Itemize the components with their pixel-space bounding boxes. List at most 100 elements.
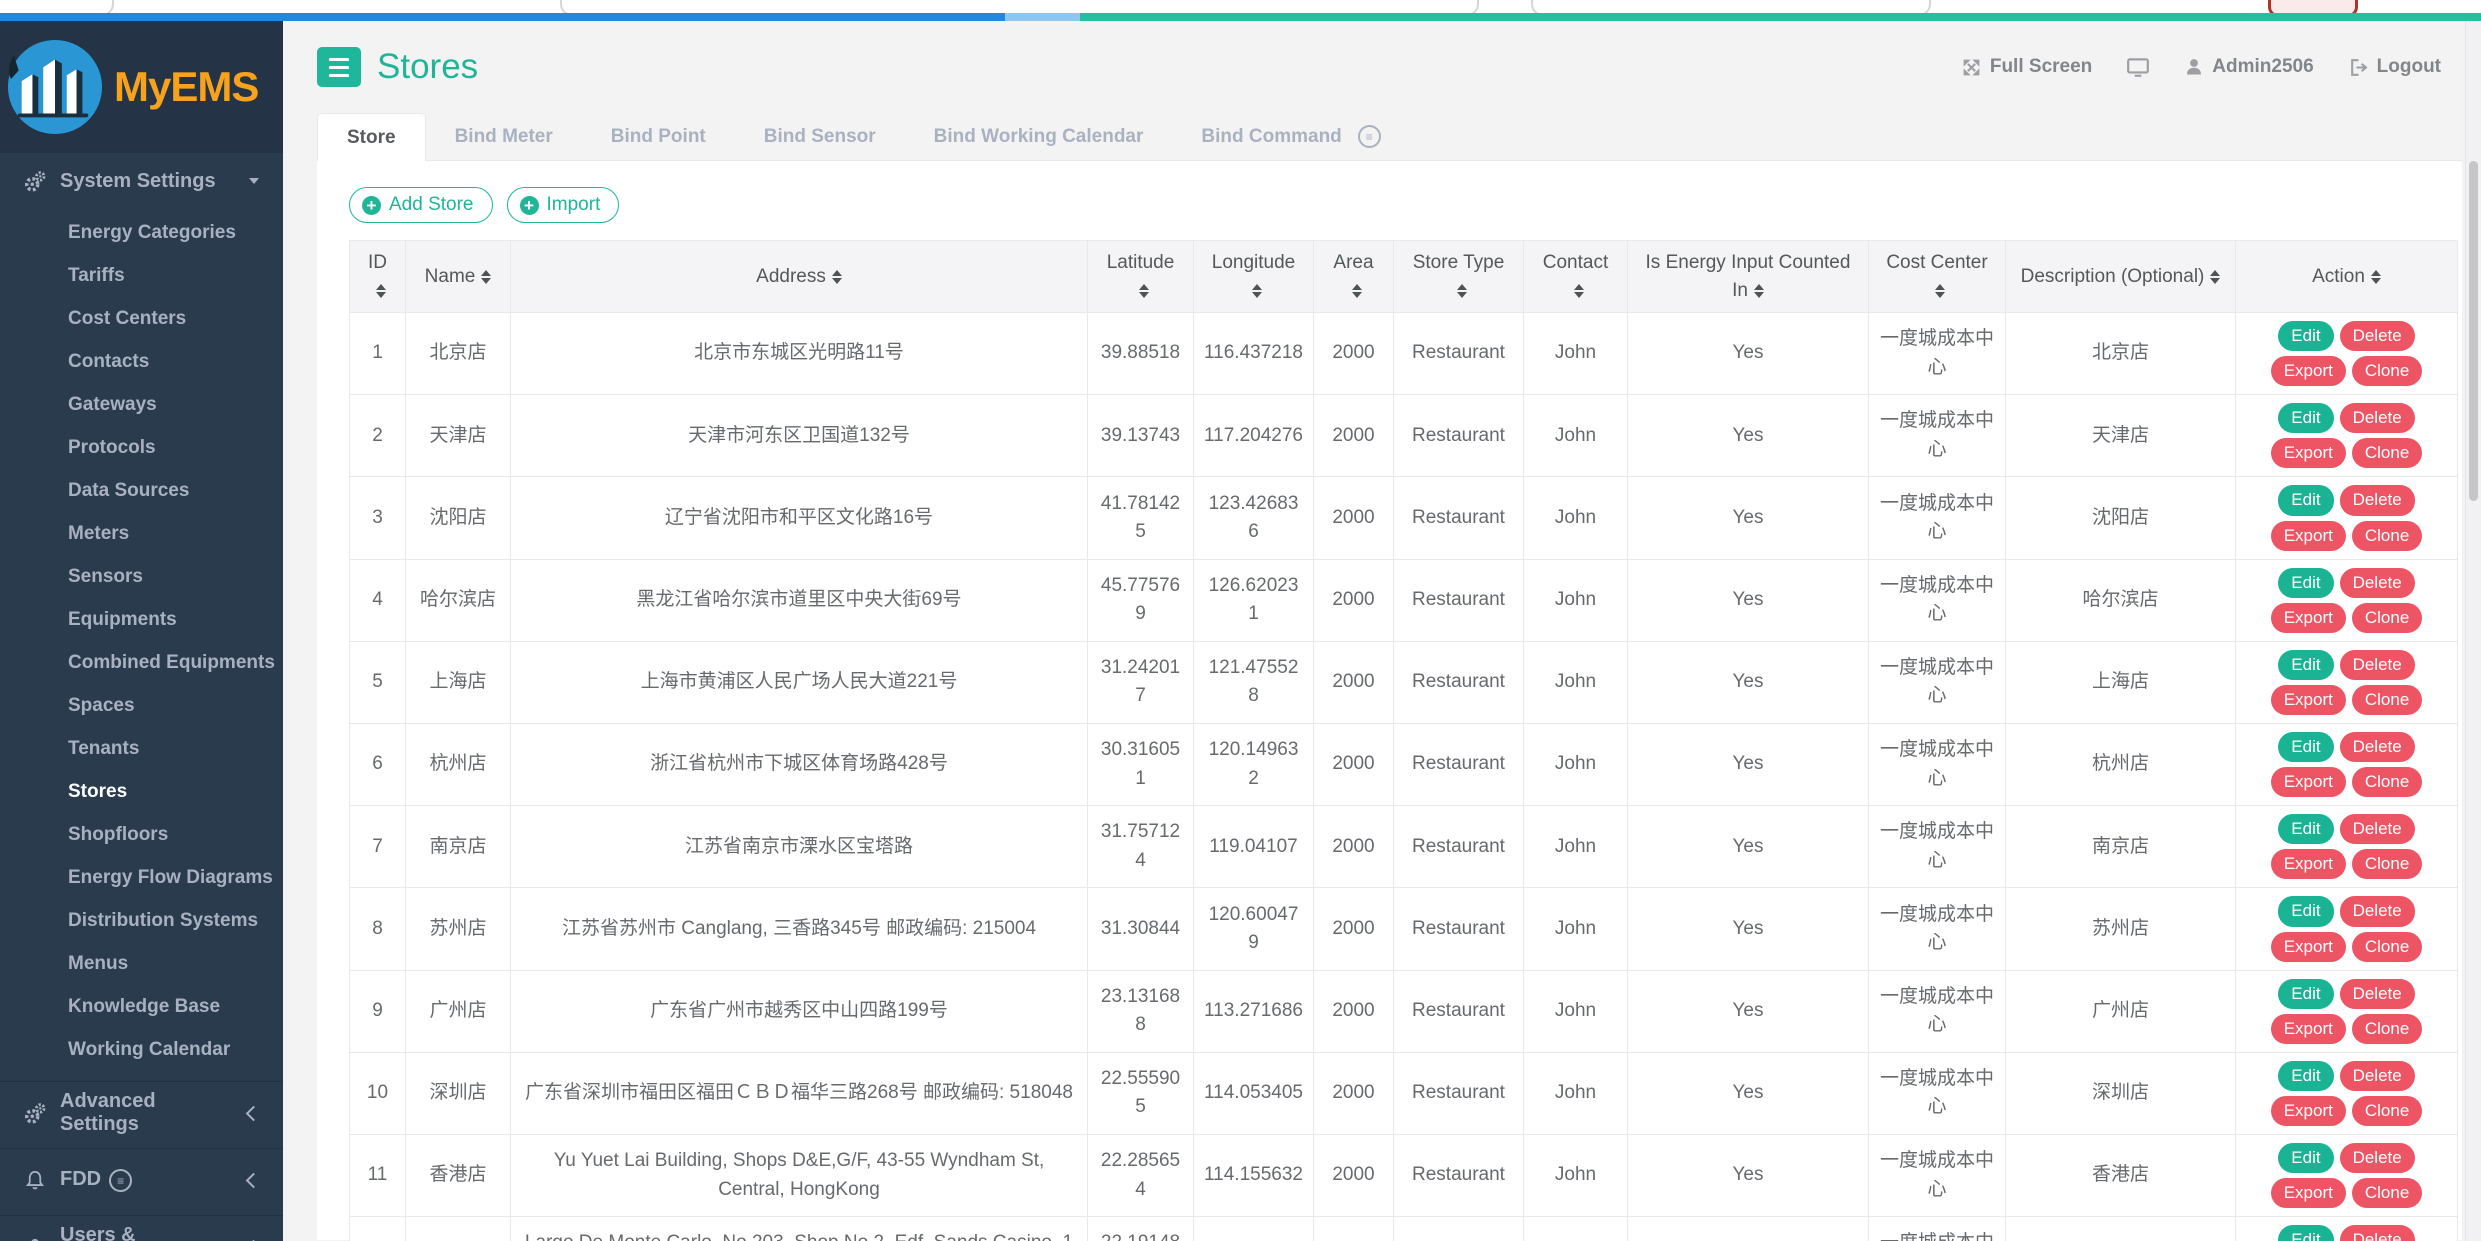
delete-button[interactable]: Delete — [2340, 1061, 2415, 1091]
sidebar-item-sensors[interactable]: Sensors — [0, 555, 283, 598]
edit-button[interactable]: Edit — [2278, 321, 2333, 351]
export-button[interactable]: Export — [2271, 767, 2346, 797]
delete-button[interactable]: Delete — [2340, 321, 2415, 351]
fullscreen-button[interactable]: Full Screen — [1961, 56, 2092, 78]
column-header-id[interactable]: ID — [350, 241, 406, 313]
edit-button[interactable]: Edit — [2278, 485, 2333, 515]
clone-button[interactable]: Clone — [2352, 356, 2422, 386]
delete-button[interactable]: Delete — [2340, 732, 2415, 762]
clone-button[interactable]: Clone — [2352, 685, 2422, 715]
sidebar-item-menus[interactable]: Menus — [0, 942, 283, 985]
sidebar-item-equipments[interactable]: Equipments — [0, 598, 283, 641]
monitor-button[interactable] — [2126, 56, 2150, 78]
delete-button[interactable]: Delete — [2340, 979, 2415, 1009]
export-button[interactable]: Export — [2271, 438, 2346, 468]
edit-button[interactable]: Edit — [2278, 896, 2333, 926]
edit-button[interactable]: Edit — [2278, 1143, 2333, 1173]
edit-button[interactable]: Edit — [2278, 732, 2333, 762]
sidebar-item-energy-flow-diagrams[interactable]: Energy Flow Diagrams — [0, 856, 283, 899]
sidebar-item-contacts[interactable]: Contacts — [0, 340, 283, 383]
column-header-is-energy-input-counted-in[interactable]: Is Energy Input Counted In — [1628, 241, 1869, 313]
clone-button[interactable]: Clone — [2352, 1178, 2422, 1208]
sidebar-item-data-sources[interactable]: Data Sources — [0, 469, 283, 512]
edit-button[interactable]: Edit — [2278, 1061, 2333, 1091]
edit-button[interactable]: Edit — [2278, 1225, 2333, 1241]
scrollbar-thumb[interactable] — [2469, 161, 2478, 501]
export-button[interactable]: Export — [2271, 521, 2346, 551]
delete-button[interactable]: Delete — [2340, 1143, 2415, 1173]
sidebar-item-tenants[interactable]: Tenants — [0, 727, 283, 770]
export-button[interactable]: Export — [2271, 1014, 2346, 1044]
sidebar-item-stores[interactable]: Stores — [0, 770, 283, 813]
export-button[interactable]: Export — [2271, 849, 2346, 879]
sidebar-item-energy-categories[interactable]: Energy Categories — [0, 211, 283, 254]
tab-bind-point[interactable]: Bind Point — [582, 113, 735, 160]
advanced-settings-header[interactable]: Advanced Settings — [0, 1085, 283, 1141]
edit-button[interactable]: Edit — [2278, 568, 2333, 598]
export-button[interactable]: Export — [2271, 356, 2346, 386]
edit-button[interactable]: Edit — [2278, 403, 2333, 433]
fdd-header[interactable]: FDD≡ — [0, 1152, 283, 1208]
column-header-action[interactable]: Action — [2236, 241, 2458, 313]
sidebar-item-combined-equipments[interactable]: Combined Equipments — [0, 641, 283, 684]
sidebar-item-protocols[interactable]: Protocols — [0, 426, 283, 469]
delete-button[interactable]: Delete — [2340, 896, 2415, 926]
clone-button[interactable]: Clone — [2352, 1096, 2422, 1126]
clone-button[interactable]: Clone — [2352, 849, 2422, 879]
delete-button[interactable]: Delete — [2340, 485, 2415, 515]
column-header-address[interactable]: Address — [511, 241, 1088, 313]
clone-button[interactable]: Clone — [2352, 1014, 2422, 1044]
tab-bind-working-calendar[interactable]: Bind Working Calendar — [905, 113, 1173, 160]
delete-button[interactable]: Delete — [2340, 814, 2415, 844]
scrollbar-track[interactable] — [2465, 21, 2481, 1241]
cropped-red-button[interactable] — [2268, 0, 2358, 13]
tab-bind-meter[interactable]: Bind Meter — [426, 113, 582, 160]
sidebar-item-cost-centers[interactable]: Cost Centers — [0, 297, 283, 340]
sidebar-item-spaces[interactable]: Spaces — [0, 684, 283, 727]
export-button[interactable]: Export — [2271, 1096, 2346, 1126]
sidebar-item-knowledge-base[interactable]: Knowledge Base — [0, 985, 283, 1028]
column-header-cost-center[interactable]: Cost Center — [1869, 241, 2006, 313]
edit-button[interactable]: Edit — [2278, 979, 2333, 1009]
clone-button[interactable]: Clone — [2352, 767, 2422, 797]
edit-button[interactable]: Edit — [2278, 650, 2333, 680]
delete-button[interactable]: Delete — [2340, 403, 2415, 433]
export-button[interactable]: Export — [2271, 932, 2346, 962]
column-header-area[interactable]: Area — [1314, 241, 1394, 313]
add-store-button[interactable]: + Add Store — [349, 187, 493, 223]
system-settings-header[interactable]: System Settings — [0, 153, 283, 209]
logout-button[interactable]: Logout — [2348, 56, 2441, 78]
cropped-input[interactable] — [0, 0, 114, 13]
export-button[interactable]: Export — [2271, 603, 2346, 633]
tab-bind-command[interactable]: Bind Command≡ — [1172, 113, 1409, 160]
clone-button[interactable]: Clone — [2352, 521, 2422, 551]
sidebar-item-gateways[interactable]: Gateways — [0, 383, 283, 426]
clone-button[interactable]: Clone — [2352, 438, 2422, 468]
delete-button[interactable]: Delete — [2340, 568, 2415, 598]
import-button[interactable]: + Import — [507, 187, 620, 223]
column-header-description-optional[interactable]: Description (Optional) — [2006, 241, 2236, 313]
export-button[interactable]: Export — [2271, 1178, 2346, 1208]
sidebar-item-meters[interactable]: Meters — [0, 512, 283, 555]
sidebar-item-distribution-systems[interactable]: Distribution Systems — [0, 899, 283, 942]
tab-store[interactable]: Store — [317, 113, 426, 161]
sidebar-item-tariffs[interactable]: Tariffs — [0, 254, 283, 297]
column-header-name[interactable]: Name — [406, 241, 511, 313]
delete-button[interactable]: Delete — [2340, 1225, 2415, 1241]
clone-button[interactable]: Clone — [2352, 603, 2422, 633]
sidebar-item-working-calendar[interactable]: Working Calendar — [0, 1028, 283, 1071]
delete-button[interactable]: Delete — [2340, 650, 2415, 680]
column-header-longitude[interactable]: Longitude — [1194, 241, 1314, 313]
export-button[interactable]: Export — [2271, 685, 2346, 715]
cropped-input[interactable] — [560, 0, 1479, 13]
column-header-store-type[interactable]: Store Type — [1394, 241, 1524, 313]
hamburger-menu-button[interactable] — [317, 47, 361, 87]
user-menu[interactable]: Admin2506 — [2184, 56, 2313, 78]
users-privileges-header[interactable]: Users & Privileges — [0, 1219, 283, 1241]
column-header-contact[interactable]: Contact — [1524, 241, 1628, 313]
tab-bind-sensor[interactable]: Bind Sensor — [735, 113, 905, 160]
cropped-input[interactable] — [1531, 0, 1931, 13]
column-header-latitude[interactable]: Latitude — [1088, 241, 1194, 313]
edit-button[interactable]: Edit — [2278, 814, 2333, 844]
clone-button[interactable]: Clone — [2352, 932, 2422, 962]
